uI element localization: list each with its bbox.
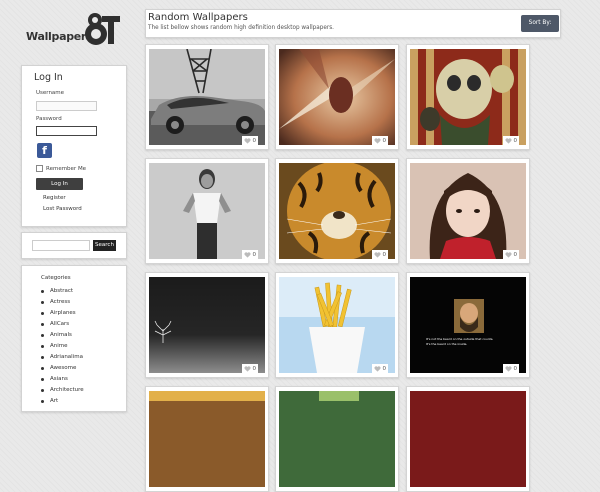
like-count-value: 0 [513,138,518,144]
register-link[interactable]: Register [43,195,66,201]
category-link[interactable]: Architecture [41,385,84,396]
wallpaper-card[interactable]: 0 [406,158,530,264]
like-count-value: 0 [382,252,387,258]
search-button[interactable]: Search [93,240,116,251]
heart-icon [374,138,380,144]
category-link[interactable]: AllCars [41,319,84,330]
wallpaper-card[interactable]: 0 [275,44,399,150]
login-title: Log In [34,72,63,83]
logo-mark-icon [85,13,120,45]
wallpaper-card[interactable]: 0 [406,44,530,150]
wallpaper-thumbnail[interactable] [410,391,526,487]
site-logo[interactable]: Wallpapers [26,12,122,48]
password-input[interactable] [36,126,97,136]
wallpaper-card[interactable]: 0 [275,272,399,378]
category-link[interactable]: Animals [41,330,84,341]
remember-me-checkbox[interactable] [36,165,43,172]
heart-icon [505,252,511,258]
categories-panel: Categories Abstract Actress Airplanes Al… [21,265,127,412]
tiger-photo-thumbnail[interactable] [279,163,395,259]
wallpaper-card[interactable] [406,386,530,492]
heart-icon [244,252,250,258]
page-header: Random Wallpapers The list bellow shows … [145,9,561,38]
username-label: Username [36,90,65,96]
poster-line-1: It's not the beard on the outside that c… [426,337,493,341]
category-link[interactable]: Asians [41,374,84,385]
quote-poster-thumbnail[interactable]: It's not the beard on the outside that c… [410,277,526,373]
username-input[interactable] [36,101,97,111]
page-subtitle: The list bellow shows random high defini… [148,25,334,31]
like-count[interactable]: 0 [241,250,258,260]
like-count-value: 0 [513,252,518,258]
like-count[interactable]: 0 [502,364,519,374]
car-photo-thumbnail[interactable] [149,49,265,145]
wallpaper-card[interactable]: 0 [145,272,269,378]
like-count[interactable]: 0 [371,136,388,146]
wallpaper-card[interactable]: It's not the beard on the outside that c… [406,272,530,378]
heart-icon [505,138,511,144]
heart-icon [374,366,380,372]
like-count[interactable]: 0 [241,136,258,146]
like-count-value: 0 [252,366,257,372]
like-count-value: 0 [513,366,518,372]
page-title: Random Wallpapers [148,12,248,23]
like-count[interactable]: 0 [241,364,258,374]
login-panel: Log In Username Password f Remember Me L… [21,65,127,227]
sort-by-button[interactable]: Sort By: [521,15,559,32]
woman-photo-thumbnail[interactable] [149,163,265,259]
like-count[interactable]: 0 [502,250,519,260]
wallpaper-card[interactable] [275,386,399,492]
like-count[interactable]: 0 [502,136,519,146]
poster-line-2: It's the beard on the inside. [426,342,467,346]
like-count[interactable]: 0 [371,364,388,374]
lost-password-link[interactable]: Lost Password [43,206,82,212]
wallpaper-card[interactable]: 0 [275,158,399,264]
like-count-value: 0 [382,366,387,372]
like-count[interactable]: 0 [371,250,388,260]
wallpaper-thumbnail[interactable] [279,391,395,487]
girl-photo-thumbnail[interactable] [410,163,526,259]
heart-icon [244,138,250,144]
like-count-value: 0 [252,138,257,144]
remember-me-label: Remember Me [46,165,87,172]
category-link[interactable]: Anime [41,341,84,352]
category-link[interactable]: Actress [41,297,84,308]
fries-photo-thumbnail[interactable] [279,277,395,373]
wallpaper-card[interactable]: 0 [145,158,269,264]
like-count-value: 0 [382,138,387,144]
category-link[interactable]: Awesome [41,363,84,374]
wallpaper-card[interactable]: 0 [145,44,269,150]
heart-icon [244,366,250,372]
like-count-value: 0 [252,252,257,258]
wallpaper-thumbnail[interactable] [149,391,265,487]
facebook-login-icon[interactable]: f [37,143,52,158]
login-button[interactable]: Log In [36,178,83,190]
categories-title: Categories [41,275,71,281]
abstract-art-thumbnail[interactable] [279,49,395,145]
cartoon-art-thumbnail[interactable] [410,49,526,145]
category-link[interactable]: Art [41,396,84,407]
wallpaper-card[interactable] [145,386,269,492]
search-panel: Search [21,232,127,259]
category-link[interactable]: Adrianalima [41,352,84,363]
tree-photo-thumbnail[interactable] [149,277,265,373]
categories-list: Abstract Actress Airplanes AllCars Anima… [41,286,84,407]
heart-icon [505,366,511,372]
category-link[interactable]: Airplanes [41,308,84,319]
category-link[interactable]: Abstract [41,286,84,297]
heart-icon [374,252,380,258]
password-label: Password [36,116,62,122]
search-input[interactable] [32,240,90,251]
remember-me[interactable]: Remember Me [36,165,86,172]
